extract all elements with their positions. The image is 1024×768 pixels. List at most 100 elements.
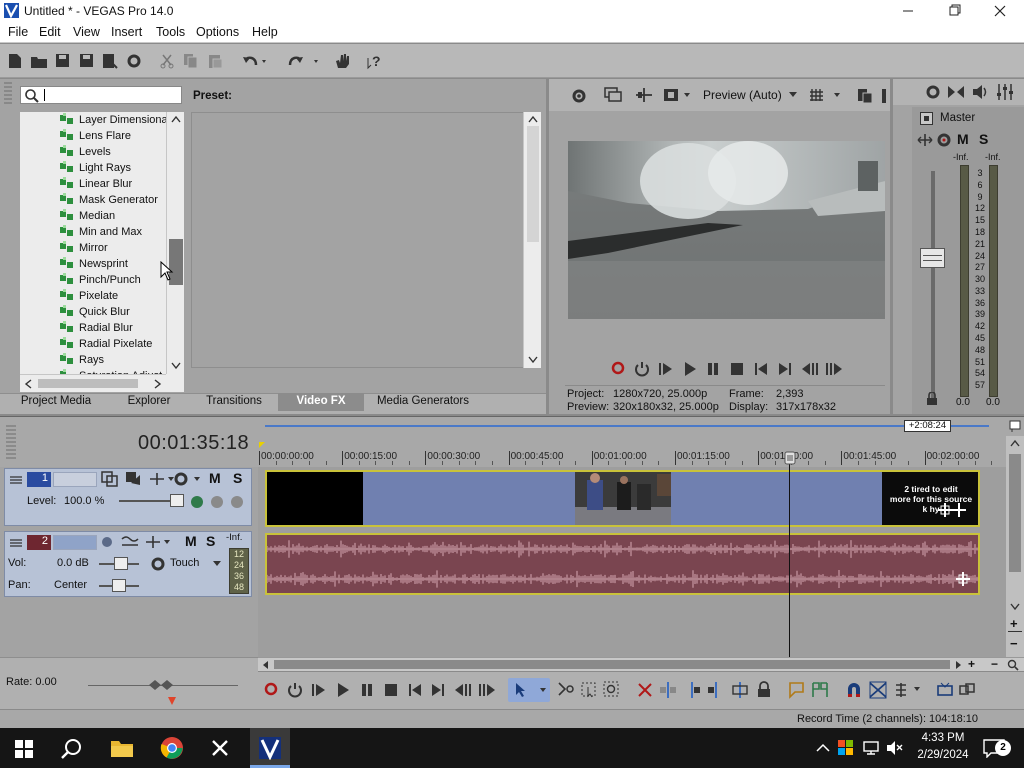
zoom-region-icon[interactable] xyxy=(603,681,621,699)
fx-tree-hscroll-thumb[interactable] xyxy=(38,379,138,388)
video-level-thumb[interactable] xyxy=(169,494,184,507)
copy-snapshot-icon[interactable] xyxy=(857,87,889,104)
fx-list-item[interactable]: Pixelate xyxy=(60,289,118,305)
menu-tools[interactable]: Tools xyxy=(156,25,185,39)
cut-icon[interactable] xyxy=(159,53,175,69)
menu-help[interactable]: Help xyxy=(252,25,278,39)
fx-list-item[interactable]: Min and Max xyxy=(60,225,142,241)
maximize-button[interactable] xyxy=(942,0,966,23)
chevron-up-icon[interactable] xyxy=(816,743,830,753)
render-icon[interactable] xyxy=(102,53,118,69)
fx-tree-scrollbar[interactable] xyxy=(166,112,184,374)
zoom-out-icon[interactable]: − xyxy=(1010,637,1018,650)
master-fx-icon[interactable] xyxy=(936,132,952,148)
audio-track-name[interactable] xyxy=(53,535,97,550)
network-icon[interactable] xyxy=(862,740,880,756)
video-track-solo[interactable]: S xyxy=(233,470,242,486)
chevron-down-icon[interactable] xyxy=(213,561,221,567)
audio-clip[interactable] xyxy=(265,533,980,595)
close-button[interactable] xyxy=(988,0,1012,23)
ripple-edit-icon[interactable] xyxy=(894,681,924,699)
whats-this-icon[interactable]: ? xyxy=(366,52,384,70)
previous-frame-icon[interactable] xyxy=(801,361,819,377)
speaker-icon[interactable] xyxy=(971,83,989,101)
open-icon[interactable] xyxy=(30,54,48,69)
next-frame-icon[interactable] xyxy=(825,361,843,377)
fx-list-item[interactable]: Layer Dimensional xyxy=(60,113,170,129)
redo-icon[interactable] xyxy=(286,52,322,70)
scrub-control-icon[interactable] xyxy=(148,677,178,707)
fx-search-input[interactable] xyxy=(43,88,179,102)
auto-crossfade-icon[interactable] xyxy=(869,681,887,699)
time-ruler[interactable]: 00:00:00:00 00:00:15:00 00:00:30:00 00:00:4… xyxy=(258,451,1006,467)
menu-file[interactable]: File xyxy=(8,25,28,39)
windows-security-icon[interactable] xyxy=(838,740,854,756)
h-zoom-out-icon[interactable]: − xyxy=(991,657,998,671)
undo-icon[interactable] xyxy=(242,52,270,70)
pause-icon[interactable] xyxy=(359,682,375,698)
marker-icon[interactable] xyxy=(258,441,266,449)
x-icon[interactable] xyxy=(211,739,229,757)
timeline-vscroll-thumb[interactable] xyxy=(1009,454,1021,572)
video-fx-icon[interactable] xyxy=(173,471,203,487)
external-monitor-icon[interactable] xyxy=(604,87,622,103)
track-motion-icon[interactable] xyxy=(149,472,175,486)
track-minimize-icon[interactable] xyxy=(9,475,23,485)
properties-icon[interactable] xyxy=(126,53,142,69)
fx-list-item[interactable]: Linear Blur xyxy=(60,177,132,193)
compositing-mode-icon[interactable] xyxy=(101,471,119,487)
automation-mode[interactable]: Touch xyxy=(170,557,199,569)
track-motion-icon[interactable] xyxy=(917,133,933,147)
stop-icon[interactable] xyxy=(383,682,399,698)
scroll-up-icon[interactable] xyxy=(171,115,181,123)
tab-project-media[interactable]: Project Media xyxy=(14,393,98,411)
downmix-icon[interactable] xyxy=(947,84,965,100)
audio-track-header[interactable]: 2 M S -Inf. 12 24 36 48 Vol: 0.0 dB Touch P… xyxy=(4,531,252,597)
go-to-start-icon[interactable] xyxy=(753,361,769,377)
track-fx-icon[interactable] xyxy=(145,535,171,549)
lock-icon[interactable] xyxy=(755,681,773,699)
go-to-end-icon[interactable] xyxy=(430,682,446,698)
vegas-taskbar-button[interactable] xyxy=(250,728,290,768)
master-solo-button[interactable]: S xyxy=(979,131,988,147)
master-mute-button[interactable]: M xyxy=(957,131,969,147)
video-clip[interactable]: 2 tired to edit more for this source k h… xyxy=(265,470,980,527)
insert-marker-icon[interactable] xyxy=(788,681,806,699)
scroll-down-icon[interactable] xyxy=(528,356,538,364)
fx-list-item[interactable]: Levels xyxy=(60,145,111,161)
scroll-right-icon[interactable] xyxy=(154,379,162,389)
save-as-icon[interactable] xyxy=(79,53,94,68)
envelope-tool-icon[interactable] xyxy=(557,681,575,699)
fx-list-item[interactable]: Newsprint xyxy=(60,257,128,273)
fx-list-item[interactable]: Radial Pixelate xyxy=(60,337,152,353)
playhead-cursor[interactable] xyxy=(789,452,790,658)
go-to-end-icon[interactable] xyxy=(777,361,793,377)
taskbar-date[interactable]: 2/29/2024 xyxy=(912,749,974,761)
video-track-mute[interactable]: M xyxy=(209,470,221,486)
loop-playback-icon[interactable] xyxy=(287,682,303,698)
fx-list-item[interactable]: Radial Blur xyxy=(60,321,133,337)
automation-settings-icon[interactable] xyxy=(150,556,166,572)
parent-track-icon[interactable] xyxy=(125,471,143,487)
video-track-number[interactable]: 1 xyxy=(27,472,51,487)
marker-flag-icon[interactable] xyxy=(1009,420,1021,432)
file-explorer-icon[interactable] xyxy=(110,738,134,758)
h-zoom-in-icon[interactable]: + xyxy=(968,657,975,671)
fx-list-item[interactable]: Lens Flare xyxy=(60,129,131,145)
overlays-icon[interactable] xyxy=(663,87,693,103)
new-icon[interactable] xyxy=(8,53,22,69)
chrome-icon[interactable] xyxy=(160,736,184,760)
lock-envelopes-icon[interactable] xyxy=(936,681,954,699)
preset-scroll-thumb[interactable] xyxy=(527,126,539,242)
tab-transitions[interactable]: Transitions xyxy=(198,393,270,411)
fx-list-item[interactable]: Mask Generator xyxy=(60,193,158,209)
search-icon[interactable] xyxy=(61,738,83,760)
audio-pan-thumb[interactable] xyxy=(112,579,126,592)
ignore-grouping-icon[interactable] xyxy=(958,681,976,699)
trim-start-icon[interactable] xyxy=(683,681,701,699)
invert-phase-icon[interactable] xyxy=(121,535,139,549)
split-screen-icon[interactable] xyxy=(635,87,653,103)
menu-options[interactable]: Options xyxy=(196,25,239,39)
minimize-button[interactable] xyxy=(896,0,920,23)
scroll-right-icon[interactable] xyxy=(955,660,963,670)
